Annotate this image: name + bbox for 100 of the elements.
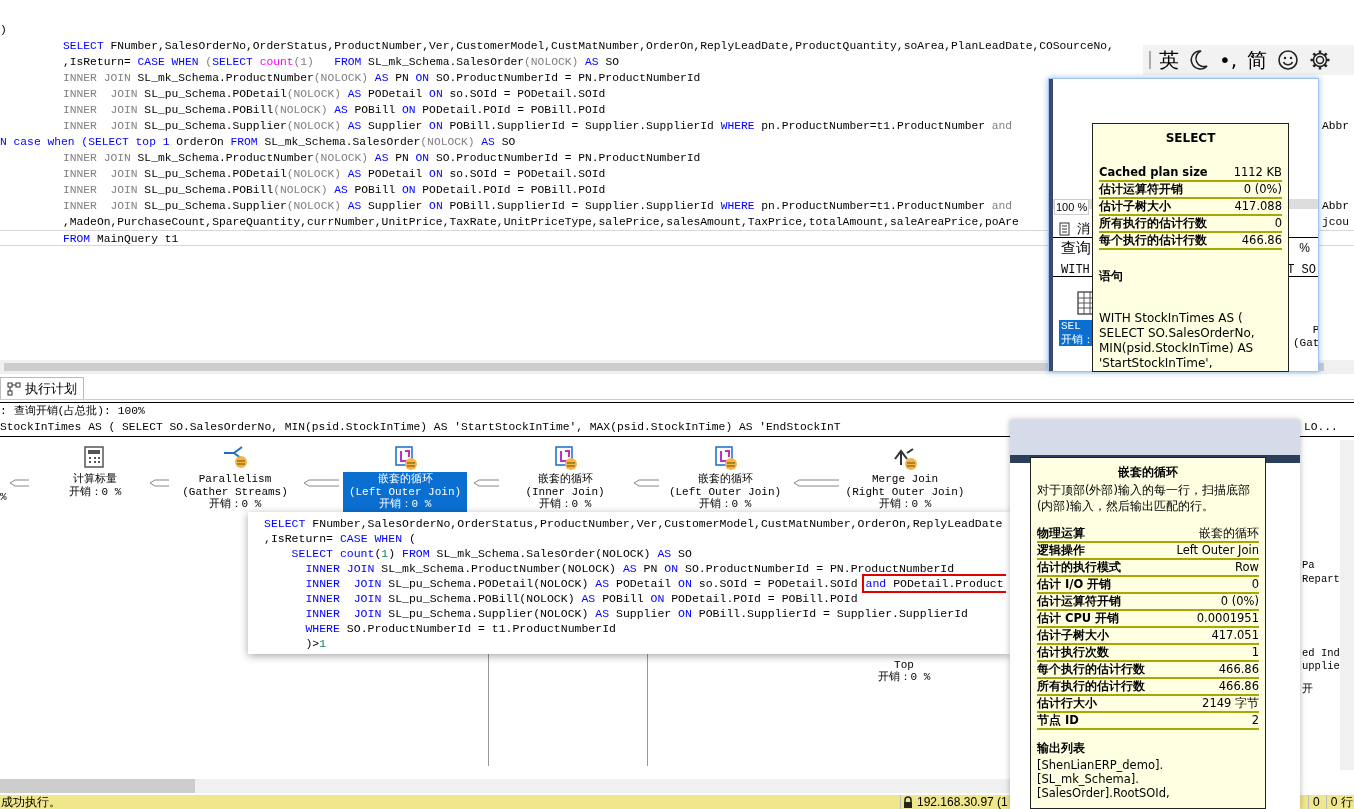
plan-node[interactable]: 计算标量 开销：0 % xyxy=(33,472,157,499)
property-name: 估计运算符开销 xyxy=(1037,592,1121,610)
property-value: 1112 KB xyxy=(1233,163,1282,181)
plan-node-label: Repart xyxy=(1302,572,1340,587)
code-line: INNER JOIN SL_mk_Schema.ProductNumber(NOLOCK) AS PN ON SO.ProductNumberId = PN.ProductNumberId xyxy=(63,71,701,86)
plan-node[interactable]: Parallelism (Gather Streams) 开销：0 % xyxy=(173,472,297,512)
tooltip-title: 嵌套的循环 xyxy=(1117,464,1179,481)
nested-loops-icon xyxy=(712,445,738,471)
server-address: 192.168.30.97 (1 xyxy=(917,795,1008,809)
property-value: 466.86 xyxy=(1241,231,1282,249)
drag-handle[interactable] xyxy=(1149,51,1151,69)
flow-arrow xyxy=(149,479,169,487)
code-line: INNER JOIN SL_pu_Schema.Supplier(NOLOCK) AS Supplier ON POBill.SupplierId = Supplier.SupplierId xyxy=(304,606,968,621)
query-cost-text: % xyxy=(1299,240,1310,257)
query-text: LO... xyxy=(1304,420,1338,435)
property-name: 节点 ID xyxy=(1037,711,1079,729)
plan-node[interactable]: Merge Join (Right Outer Join) 开销：0 % xyxy=(843,472,967,512)
code-line: INNER JOIN SL_pu_Schema.POBill(NOLOCK) AS POBill ON PODetail.POId = POBill.POId xyxy=(63,103,606,118)
property-name: 估计运算符开销 xyxy=(1099,180,1183,198)
property-value: 嵌套的循环 xyxy=(1199,524,1259,542)
code-line: SELECT count(1) FROM SL_mk_Schema.SalesOrder(NOLOCK) AS SO xyxy=(290,546,692,561)
output-text: [SL_mk_Schema]. xyxy=(1037,772,1140,787)
code-line: WHERE SO.ProductNumberId = t1.ProductNumberId xyxy=(304,621,616,636)
code-line: INNER JOIN SL_pu_Schema.Supplier(NOLOCK) AS Supplier ON POBill.SupplierId = Supplier.SupplierId WHERE pn.ProductNumber=t1.ProductNumber and xyxy=(63,199,1013,214)
query-cost-text: : 查询开销(占总批): 100% xyxy=(0,404,145,419)
property-name: 估计行大小 xyxy=(1037,694,1097,712)
property-value: 417.051 xyxy=(1211,626,1259,644)
moon-icon[interactable] xyxy=(1189,49,1209,71)
property-value: 0 (0%) xyxy=(1243,180,1282,198)
plan-node-label: upplie xyxy=(1302,659,1340,674)
section-heading: 语句 xyxy=(1099,268,1124,285)
plan-node-label: 开 xyxy=(1302,682,1313,697)
zoom-field[interactable]: 100 % xyxy=(1054,199,1090,215)
code-line: SELECT FNumber,SalesOrderNo,OrderStatus,ProductNumber,Ver,CustomerModel,CustMatNumber,OrderOn,ReplyLeadDate,ProductQuantity,soArea,PlanLeadDate,COSourceNo, xyxy=(63,39,1114,54)
parallelism-icon xyxy=(222,445,248,469)
ime-button[interactable]: 简 xyxy=(1245,48,1270,72)
property-name: 所有执行的估计行数 xyxy=(1099,214,1207,232)
property-name: 逻辑操作 xyxy=(1037,541,1085,559)
property-name: 估计 CPU 开销 xyxy=(1037,609,1120,627)
status-field: 0 xyxy=(1308,795,1320,809)
property-name: 估计执行次数 xyxy=(1037,643,1109,661)
property-name: 估计 I/O 开销 xyxy=(1037,575,1112,593)
output-text: [SalesOrder].RootSOId, xyxy=(1037,786,1171,801)
code-line: INNER JOIN SL_pu_Schema.PODetail(NOLOCK) AS PODetail ON so.SOId = PODetail.SOId xyxy=(63,87,606,102)
property-value: 1 xyxy=(1251,643,1259,661)
code-line: N case when (SELECT top 1 OrderOn FROM SL_mk_Schema.SalesOrder(NOLOCK) AS SO xyxy=(0,135,516,150)
message-icon xyxy=(1059,221,1073,236)
flow-arrow xyxy=(9,479,29,487)
property-value: 466.86 xyxy=(1218,660,1259,678)
property-name: 物理运算 xyxy=(1037,524,1085,542)
settings-icon[interactable] xyxy=(1309,49,1332,71)
code-line: SELECT FNumber,SalesOrderNo,OrderStatus,ProductNumber,Ver,CustomerModel,CustMatNumber,OrderOn,ReplyLeadDate xyxy=(264,516,1003,531)
plan-node[interactable]: 嵌套的循环 (Left Outer Join) 开销：0 % xyxy=(343,472,467,512)
property-value: Row xyxy=(1235,558,1259,576)
plan-node-label: ed Ind xyxy=(1302,646,1340,661)
highlight-box: and PODetail.Product xyxy=(861,574,1006,593)
query-text: WITH xyxy=(1061,262,1090,279)
plan-node[interactable]: Top 开销：0 % xyxy=(868,659,940,683)
property-name: 所有执行的估计行数 xyxy=(1037,677,1145,695)
code-line: INNER JOIN SL_pu_Schema.POBill(NOLOCK) AS POBill ON PODetail.POId = POBill.POId xyxy=(304,591,858,606)
scrollbar-thumb[interactable] xyxy=(0,779,195,793)
code-line: FROM MainQuery t1 xyxy=(63,232,179,247)
tooltip-description: 对于顶部(外部)输入的每一行，扫描底部(内部)输入，然后输出匹配的行。 xyxy=(1037,482,1251,514)
cost-label: % xyxy=(0,490,7,505)
output-text: [ShenLianERP_demo]. xyxy=(1037,758,1165,773)
flow-arrow xyxy=(793,479,839,487)
lock-icon xyxy=(903,796,913,808)
code-line: INNER JOIN SL_pu_Schema.Supplier(NOLOCK) AS Supplier ON POBill.SupplierId = Supplier.SupplierId WHERE pn.ProductNumber=t1.ProductNumber and xyxy=(63,119,1013,134)
code-line: ,MadeOn,PurchaseCount,SpareQuantity,currNumber,UnitPrice,TaxRate,UnitPriceType,salePrice,salesAmount,TaxPrice,totalAmount,saleAreaPrice,poAre xyxy=(63,215,1019,230)
flow-arrow xyxy=(633,479,659,487)
code-line: ,IsReturn= CASE WHEN ( xyxy=(264,531,416,546)
property-value: 2149 字节 xyxy=(1202,694,1259,712)
plan-node[interactable]: 嵌套的循环 (Inner Join) 开销：0 % xyxy=(503,472,627,512)
smiley-icon[interactable] xyxy=(1277,49,1300,71)
property-value: 417.088 xyxy=(1234,197,1282,215)
status-message: 成功执行。 xyxy=(0,795,61,809)
calculator-icon xyxy=(83,445,107,469)
code-fragment: Abbr xyxy=(1322,119,1350,134)
code-line: INNER JOIN SL_mk_Schema.ProductNumber(NOLOCK) AS PN ON SO.ProductNumberId = PN.ProductNumberId xyxy=(304,561,955,576)
property-name: Cached plan size xyxy=(1099,163,1208,181)
tab[interactable]: 消 xyxy=(1059,219,1090,239)
code-line: INNER JOIN SL_pu_Schema.PODetail(NOLOCK) AS PODetail ON so.SOId = PODetail.SOId xyxy=(63,167,606,182)
ime-button[interactable]: 英 xyxy=(1157,48,1181,72)
ime-button[interactable]: •, xyxy=(1217,48,1240,72)
property-value: 0 xyxy=(1251,575,1259,593)
property-value: 466.86 xyxy=(1218,677,1259,695)
code-fragment: Abbr xyxy=(1322,199,1350,214)
property-value: Left Outer Join xyxy=(1176,541,1259,559)
code-line: )>1 xyxy=(304,636,327,651)
query-text: StockInTimes AS ( SELECT SO.SalesOrderNo, MIN(psid.StockInTime) AS 'StartStockInTime', MAX(psid.StockInTime) AS 'EndStockInT xyxy=(0,420,841,435)
property-value: 0.0001951 xyxy=(1196,609,1259,627)
flow-arrow xyxy=(473,479,499,487)
plan-node[interactable]: 嵌套的循环 (Left Outer Join) 开销：0 % xyxy=(663,472,787,512)
tab[interactable]: 执行计划 xyxy=(0,377,84,399)
property-value: 2 xyxy=(1251,711,1259,729)
plan-icon xyxy=(7,381,21,396)
plan-node-label: Pa xyxy=(1302,558,1315,573)
section-heading: 输出列表 xyxy=(1037,740,1086,757)
code-line: INNER JOIN SL_pu_Schema.PODetail(NOLOCK) AS PODetail ON so.SOId = PODetail.SOId xyxy=(304,576,858,591)
code-line: INNER JOIN SL_pu_Schema.POBill(NOLOCK) AS POBill ON PODetail.POId = POBill.POId xyxy=(63,183,606,198)
